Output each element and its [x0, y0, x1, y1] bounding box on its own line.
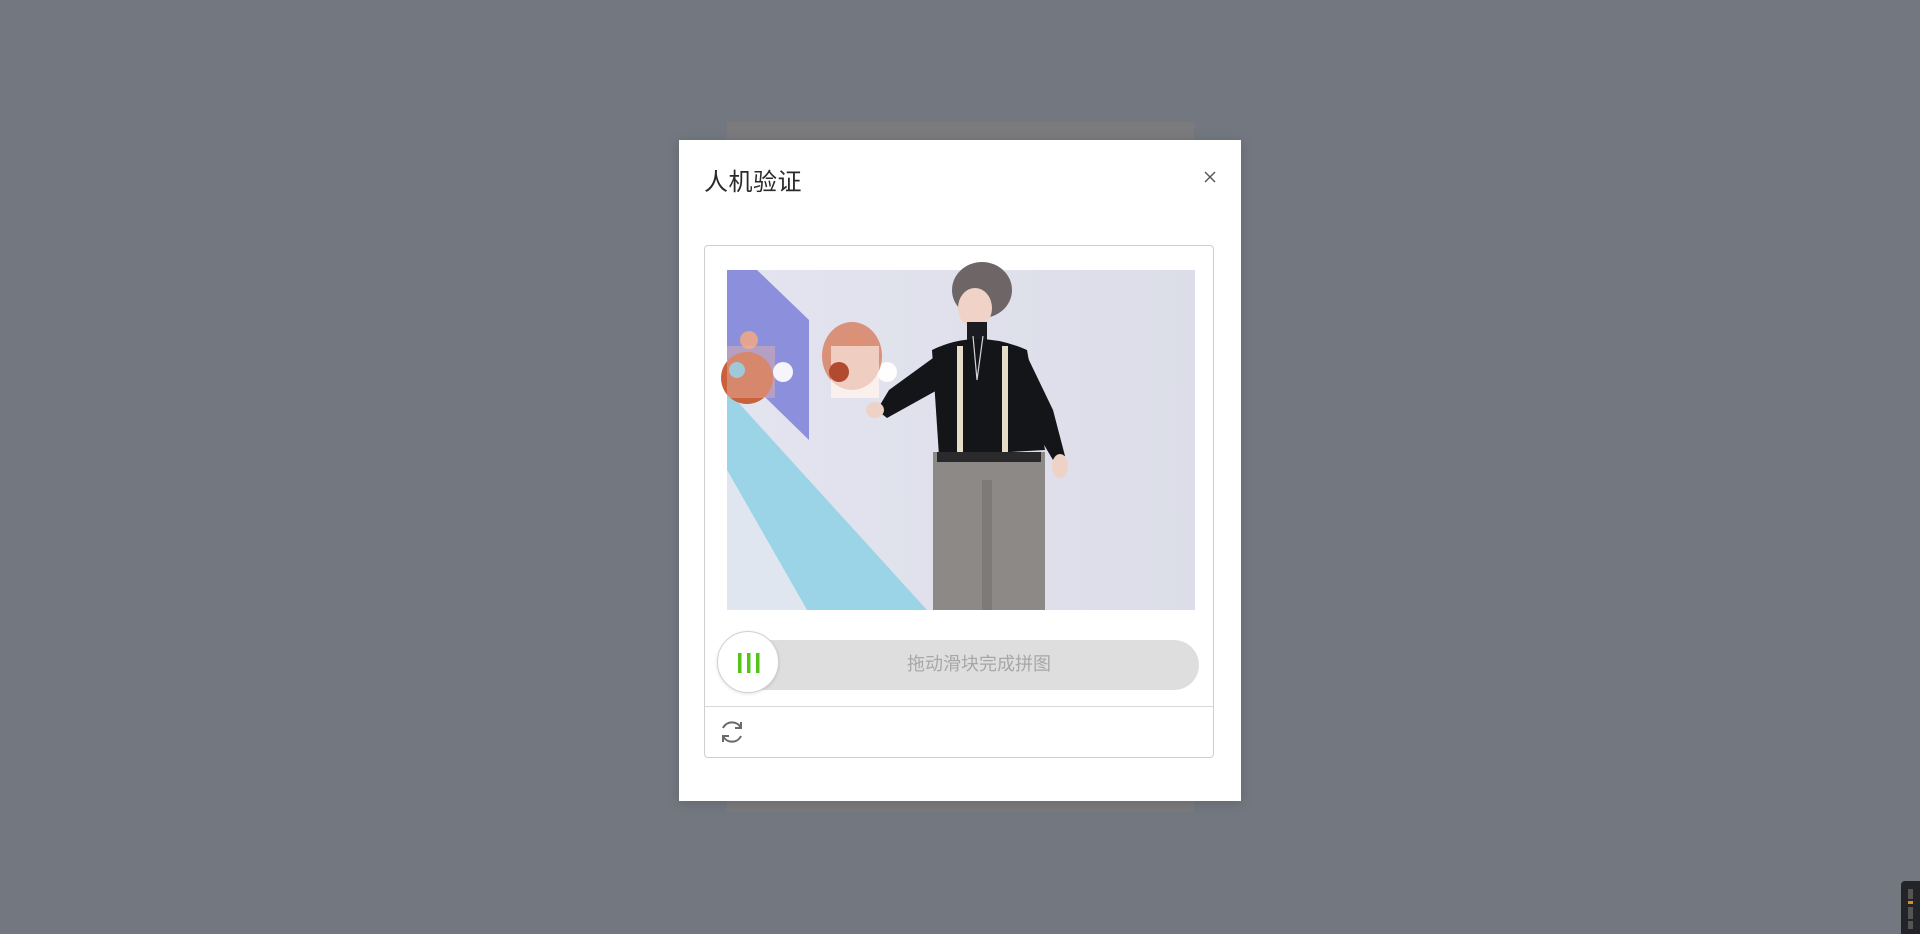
- corner-toolbar-widget[interactable]: [1901, 881, 1920, 934]
- slider-hint: 拖动滑块完成拼图: [907, 654, 1051, 675]
- close-icon[interactable]: [1199, 166, 1221, 188]
- footer-divider: [705, 706, 1213, 707]
- verification-dialog: 人机验证 拖动滑块完成拼图: [679, 140, 1241, 801]
- puzzle-image: [721, 262, 1195, 610]
- refresh-icon[interactable]: [718, 718, 746, 746]
- slider-handle[interactable]: [717, 631, 779, 693]
- grip-lines-icon: [738, 653, 760, 673]
- slider-track[interactable]: 拖动滑块完成拼图: [719, 640, 1199, 690]
- captcha-panel: 拖动滑块完成拼图: [704, 245, 1214, 758]
- dialog-title: 人机验证: [704, 168, 802, 196]
